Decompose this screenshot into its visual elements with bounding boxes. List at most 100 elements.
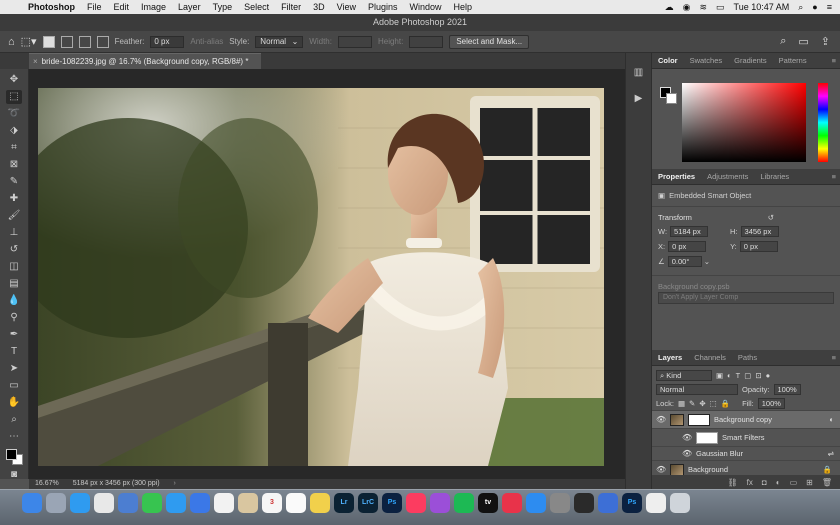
eyedropper-tool-icon[interactable]: ✎ (6, 175, 22, 189)
tab-properties[interactable]: Properties (652, 172, 701, 181)
share-icon[interactable]: ⇪ (821, 35, 830, 48)
dock-app-icon[interactable] (670, 493, 690, 513)
x-field[interactable]: 0 px (668, 241, 707, 252)
foreground-color-swatch[interactable] (5, 449, 17, 460)
layer-style-button[interactable]: fx (747, 478, 753, 487)
lock-artboard-icon[interactable]: ⬚ (710, 399, 717, 408)
actions-panel-icon[interactable]: ▶ (633, 93, 645, 105)
dock-app-icon[interactable] (214, 493, 234, 513)
battery-icon[interactable]: ▭ (716, 2, 725, 13)
dock-app-icon[interactable] (94, 493, 114, 513)
new-selection-icon[interactable] (42, 35, 55, 48)
width-input[interactable] (337, 35, 372, 48)
delete-layer-icon[interactable]: 🗑 (822, 478, 832, 487)
tab-gradients[interactable]: Gradients (728, 56, 773, 65)
panel-menu-icon[interactable]: ≡ (826, 172, 840, 181)
object-selection-tool-icon[interactable]: ⬗ (6, 124, 22, 138)
fill-field[interactable]: 100% (757, 397, 785, 409)
menu-3d[interactable]: 3D (307, 2, 331, 12)
layer-name[interactable]: Gaussian Blur (696, 449, 743, 458)
visibility-eye-icon[interactable]: 👁 (682, 449, 692, 458)
eraser-tool-icon[interactable]: ◫ (6, 260, 22, 274)
tab-patterns[interactable]: Patterns (773, 56, 813, 65)
tab-libraries[interactable]: Libraries (754, 172, 795, 181)
history-brush-tool-icon[interactable]: ↺ (6, 243, 22, 257)
menu-view[interactable]: View (331, 2, 362, 12)
history-panel-icon[interactable]: ▥ (633, 67, 645, 79)
marquee-preset-icon[interactable]: ⬚▾ (21, 35, 37, 48)
menu-layer[interactable]: Layer (172, 2, 207, 12)
tab-layers[interactable]: Layers (652, 353, 688, 362)
lock-all-icon[interactable]: 🔒 (721, 399, 730, 408)
wifi-icon[interactable]: ≋ (699, 2, 707, 13)
dock-app-icon[interactable] (166, 493, 186, 513)
user-avatar-icon[interactable]: ● (812, 2, 817, 12)
rectangular-marquee-tool-icon[interactable]: ⬚ (6, 90, 22, 104)
status-menu-arrow-icon[interactable]: › (174, 479, 176, 489)
height-field[interactable]: 3456 px (740, 226, 779, 237)
tab-swatches[interactable]: Swatches (684, 56, 729, 65)
link-layers-icon[interactable]: ⛓ (728, 478, 738, 487)
menu-app-name[interactable]: Photoshop (22, 2, 81, 12)
new-group-icon[interactable]: ▭ (790, 478, 798, 487)
dock-app-icon[interactable] (190, 493, 210, 513)
dock-app-icon[interactable] (502, 493, 522, 513)
dock-app-icon[interactable] (406, 493, 426, 513)
search-icon[interactable]: ⌕ (780, 35, 786, 48)
tab-paths[interactable]: Paths (732, 353, 763, 362)
panel-menu-icon[interactable]: ≡ (826, 56, 840, 65)
menu-window[interactable]: Window (404, 2, 448, 12)
close-tab-icon[interactable]: × (33, 57, 38, 66)
dock-app-icon[interactable] (46, 493, 66, 513)
filter-pixel-icon[interactable]: ▣ (716, 371, 723, 380)
menu-type[interactable]: Type (207, 2, 239, 12)
path-selection-tool-icon[interactable]: ➤ (6, 362, 22, 376)
dock-app-icon[interactable] (526, 493, 546, 513)
color-panel-background-swatch[interactable] (666, 93, 677, 104)
subtract-selection-icon[interactable] (78, 35, 91, 48)
layer-mask-thumbnail[interactable] (688, 413, 710, 426)
pen-tool-icon[interactable]: ✒ (6, 328, 22, 342)
dock-app-icon[interactable] (310, 493, 330, 513)
clone-stamp-tool-icon[interactable]: ⊥ (6, 226, 22, 240)
search-icon[interactable]: ⌕ (798, 2, 803, 13)
hue-slider[interactable] (818, 83, 828, 162)
quick-mask-icon[interactable]: ◙ (6, 468, 22, 482)
dock-app-icon[interactable] (646, 493, 666, 513)
tab-adjustments[interactable]: Adjustments (701, 172, 754, 181)
feather-input[interactable]: 0 px (150, 35, 185, 48)
zoom-level[interactable]: 16.67% (35, 479, 59, 489)
visibility-eye-icon[interactable]: 👁 (682, 433, 692, 442)
width-field[interactable]: 5184 px (670, 226, 709, 237)
menu-filter[interactable]: Filter (275, 2, 307, 12)
menu-edit[interactable]: Edit (108, 2, 136, 12)
healing-brush-tool-icon[interactable]: ✚ (6, 192, 22, 206)
hand-tool-icon[interactable]: ✋ (6, 396, 22, 410)
select-and-mask-button[interactable]: Select and Mask... (449, 34, 530, 49)
dock-app-icon[interactable] (574, 493, 594, 513)
creative-cloud-icon[interactable]: ☁ (665, 2, 674, 13)
filter-shape-icon[interactable]: ▢ (744, 371, 751, 380)
dock-app-icon[interactable]: Ps (382, 493, 402, 513)
panel-menu-icon[interactable]: ≡ (826, 353, 840, 362)
filter-type-icon[interactable]: T (736, 371, 741, 380)
add-selection-icon[interactable] (60, 35, 73, 48)
visibility-eye-icon[interactable]: 👁 (656, 415, 666, 424)
smart-filter-mask-thumbnail[interactable] (696, 431, 718, 444)
filter-smart-object-icon[interactable]: ⊡ (755, 371, 761, 380)
menu-help[interactable]: Help (448, 2, 479, 12)
color-swatches[interactable] (5, 449, 23, 465)
dock-app-icon[interactable] (598, 493, 618, 513)
dock-app-icon[interactable] (550, 493, 570, 513)
intersect-selection-icon[interactable] (96, 35, 109, 48)
reset-transform-icon[interactable]: ↺ (768, 213, 774, 222)
menu-plugins[interactable]: Plugins (362, 2, 404, 12)
gradient-tool-icon[interactable]: ▤ (6, 277, 22, 291)
lock-pixels-icon[interactable]: ✎ (689, 399, 695, 408)
photo-canvas[interactable] (38, 88, 604, 466)
lasso-tool-icon[interactable]: ➰ (6, 107, 22, 121)
add-mask-icon[interactable]: ◘ (762, 478, 767, 487)
control-center-icon[interactable]: ≡ (827, 2, 832, 12)
move-tool-icon[interactable]: ✥ (6, 73, 22, 87)
dock-app-icon[interactable]: tv (478, 493, 498, 513)
